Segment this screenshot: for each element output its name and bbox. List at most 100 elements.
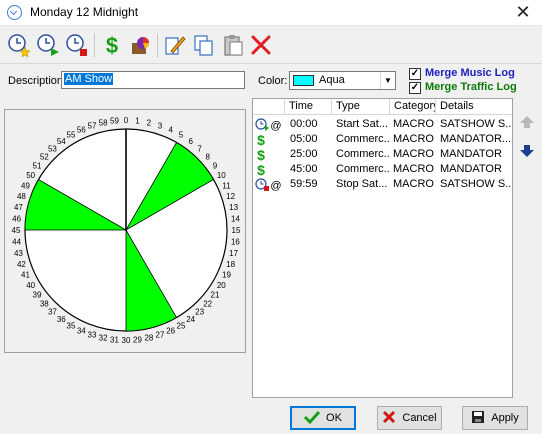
table-row[interactable]: @ 00:00 Start Sat... MACRO SATSHOW S... — [253, 117, 513, 132]
save-disk-icon — [471, 410, 485, 427]
app-icon — [7, 5, 22, 20]
table-row[interactable]: $ 25:00 Commerc... MACRO MANDATOR — [253, 147, 512, 163]
svg-text:@: @ — [270, 120, 281, 131]
clock-play-icon[interactable] — [35, 31, 61, 59]
move-arrows — [516, 115, 538, 175]
minute-label: 51 — [33, 161, 42, 170]
minute-label: 25 — [177, 321, 186, 330]
svg-text:@: @ — [270, 180, 281, 191]
svg-text:$: $ — [257, 133, 265, 146]
minute-label: 31 — [110, 335, 119, 344]
toolbar: $ — [0, 28, 542, 62]
merge-music-checkbox[interactable]: ✓ — [409, 68, 421, 80]
delete-icon[interactable] — [248, 31, 274, 59]
color-value: Aqua — [319, 74, 345, 86]
header-details[interactable]: Details — [436, 99, 512, 115]
color-dropdown[interactable]: Aqua ▼ — [289, 71, 396, 90]
minute-label: 3 — [158, 121, 163, 130]
table-row[interactable]: $ 05:00 Commerc... MACRO MANDATOR... — [253, 132, 512, 148]
toolbar-separator — [157, 33, 158, 57]
close-button[interactable]: ✕ — [508, 0, 538, 26]
minute-label: 24 — [186, 315, 195, 324]
grid-header: Time Type Category Details — [253, 99, 512, 115]
cell-category: MACRO — [393, 178, 434, 190]
hour-clock-panel[interactable]: 0 1 2 3 4 5 6 7 8 9 10 11 12 13 14 15 16 17 18 19 20 21 22 23 24… — [4, 109, 246, 353]
minute-label: 48 — [17, 192, 26, 201]
cell-category: MACRO — [393, 163, 434, 175]
minute-label: 23 — [195, 308, 204, 317]
chevron-down-icon[interactable]: ▼ — [380, 72, 395, 89]
table-row[interactable]: @ 59:59 Stop Sat... MACRO SATSHOW S... — [253, 177, 512, 192]
minute-label: 18 — [226, 260, 235, 269]
merge-traffic-checkbox[interactable]: ✓ — [409, 82, 421, 94]
header-time[interactable]: Time — [285, 99, 332, 115]
description-field[interactable]: AM Show — [61, 71, 245, 89]
dollar-icon: $ — [255, 132, 285, 148]
copy-icon[interactable] — [191, 31, 217, 59]
toolbar-separator — [94, 33, 95, 57]
svg-text:$: $ — [257, 148, 265, 161]
minute-label: 30 — [122, 336, 131, 345]
minute-label: 4 — [168, 126, 173, 135]
minute-label: 59 — [110, 117, 119, 126]
toolbar-divider — [0, 63, 542, 64]
minute-label: 12 — [226, 192, 235, 201]
minute-label: 52 — [40, 152, 49, 161]
cell-details: MANDATOR... — [440, 133, 512, 145]
apply-button[interactable]: Apply — [462, 406, 528, 430]
color-swatch — [293, 75, 314, 86]
minute-label: 16 — [231, 238, 240, 247]
minute-label: 22 — [203, 300, 212, 309]
minute-label: 10 — [217, 171, 226, 180]
move-down-icon[interactable] — [518, 144, 536, 158]
cell-time: 05:00 — [290, 133, 318, 145]
minute-label: 44 — [12, 238, 21, 247]
ok-label: OK — [326, 412, 342, 424]
clock-star-icon[interactable] — [6, 31, 32, 59]
minute-label: 14 — [231, 215, 240, 224]
minute-label: 54 — [57, 137, 66, 146]
clock-stop-icon[interactable] — [64, 31, 90, 59]
hour-clock[interactable]: 0 1 2 3 456789101112131415161718192021222324… — [5, 110, 247, 354]
cell-category: MACRO — [393, 148, 434, 160]
event-grid[interactable]: Time Type Category Details @ 00:00 Start… — [252, 98, 513, 398]
edit-icon[interactable] — [162, 31, 188, 59]
cancel-button[interactable]: Cancel — [377, 406, 442, 430]
clock-start-icon: @ — [255, 118, 285, 132]
table-row[interactable]: $ 45:00 Commerc... MACRO MANDATOR — [253, 162, 512, 178]
minute-label: 34 — [77, 327, 86, 336]
cell-details: SATSHOW S... — [440, 118, 513, 130]
cell-time: 59:59 — [290, 178, 318, 190]
minute-label: 41 — [21, 271, 30, 280]
minute-label: 50 — [26, 171, 35, 180]
title-bar: Monday 12 Midnight ✕ — [0, 0, 542, 26]
minute-label: 0 — [124, 116, 129, 125]
cell-time: 25:00 — [290, 148, 318, 160]
paste-icon[interactable] — [220, 31, 246, 59]
minute-label: 26 — [166, 327, 175, 336]
minute-label: 17 — [229, 249, 238, 258]
cell-type: Commerc... — [336, 163, 390, 175]
minute-label: 56 — [77, 126, 86, 135]
svg-text:$: $ — [257, 163, 265, 176]
move-up-icon[interactable] — [518, 115, 536, 129]
minute-label: 27 — [156, 331, 165, 340]
minute-label: 28 — [144, 334, 153, 343]
header-category[interactable]: Category — [390, 99, 436, 115]
clock-stop-icon: @ — [255, 178, 285, 192]
pie-icon[interactable] — [128, 31, 154, 59]
cell-details: MANDATOR — [440, 148, 502, 160]
minute-label: 46 — [12, 215, 21, 224]
ok-button[interactable]: OK — [290, 406, 356, 430]
apply-label: Apply — [491, 412, 519, 424]
minute-label: 38 — [40, 300, 49, 309]
minute-label: 39 — [33, 291, 42, 300]
minute-label: 2 — [147, 118, 152, 127]
minute-label: 36 — [57, 315, 66, 324]
minute-label: 40 — [26, 281, 35, 290]
cell-details: MANDATOR — [440, 163, 502, 175]
window-title: Monday 12 Midnight — [30, 5, 139, 19]
header-type[interactable]: Type — [332, 99, 390, 115]
minute-label: 35 — [67, 321, 76, 330]
dollar-icon[interactable]: $ — [99, 31, 125, 59]
